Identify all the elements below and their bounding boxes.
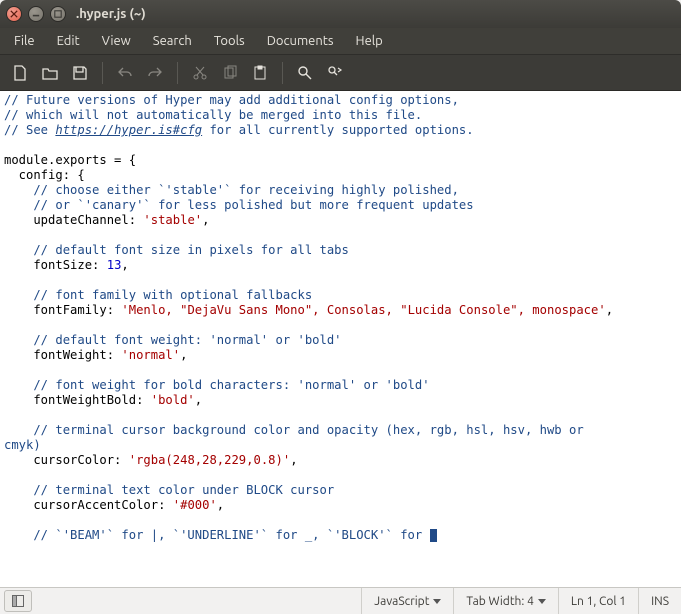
window-title: .hyper.js (~) (76, 7, 146, 21)
menu-file[interactable]: File (4, 30, 45, 52)
paste-button[interactable] (246, 59, 274, 87)
menubar: File Edit View Search Tools Documents He… (0, 28, 681, 55)
text-cursor (430, 529, 437, 542)
status-tabwidth[interactable]: Tab Width: 4 (453, 588, 557, 614)
open-doc-button[interactable] (36, 59, 64, 87)
dropdown-icon (433, 599, 441, 604)
new-doc-icon (12, 65, 28, 81)
window-titlebar: .hyper.js (~) (0, 0, 681, 28)
editor-area[interactable]: // Future versions of Hyper may add addi… (0, 91, 681, 587)
dropdown-icon (538, 599, 546, 604)
copy-icon (222, 65, 238, 81)
status-tabwidth-label: Tab Width: 4 (466, 595, 533, 608)
status-language-label: JavaScript (374, 595, 429, 608)
cut-icon (192, 65, 208, 81)
undo-button[interactable] (111, 59, 139, 87)
redo-icon (147, 65, 163, 81)
status-position-label: Ln 1, Col 1 (571, 595, 626, 608)
toolbar (0, 55, 681, 91)
paste-icon (252, 65, 268, 81)
new-doc-button[interactable] (6, 59, 34, 87)
menu-documents[interactable]: Documents (257, 30, 344, 52)
window-close-button[interactable] (6, 6, 22, 22)
save-icon (72, 65, 88, 81)
menu-edit[interactable]: Edit (47, 30, 90, 52)
find-button[interactable] (291, 59, 319, 87)
status-insert-mode[interactable]: INS (638, 588, 681, 614)
toolbar-separator (102, 62, 103, 84)
statusbar: JavaScript Tab Width: 4 Ln 1, Col 1 INS (0, 587, 681, 614)
menu-view[interactable]: View (92, 30, 141, 52)
open-icon (42, 65, 58, 81)
code-content[interactable]: // Future versions of Hyper may add addi… (0, 91, 681, 545)
copy-button[interactable] (216, 59, 244, 87)
side-panel-icon (12, 595, 24, 607)
menu-help[interactable]: Help (346, 30, 393, 52)
status-insert-mode-label: INS (651, 595, 669, 608)
search-replace-icon (327, 65, 343, 81)
cut-button[interactable] (186, 59, 214, 87)
window-maximize-button[interactable] (50, 6, 66, 22)
status-language[interactable]: JavaScript (361, 588, 453, 614)
menu-tools[interactable]: Tools (204, 30, 255, 52)
menu-search[interactable]: Search (143, 30, 202, 52)
save-doc-button[interactable] (66, 59, 94, 87)
side-panel-toggle[interactable] (4, 590, 32, 612)
toolbar-separator (282, 62, 283, 84)
search-icon (297, 65, 313, 81)
status-position: Ln 1, Col 1 (558, 588, 638, 614)
toolbar-separator (177, 62, 178, 84)
undo-icon (117, 65, 133, 81)
find-replace-button[interactable] (321, 59, 349, 87)
window-minimize-button[interactable] (28, 6, 44, 22)
redo-button[interactable] (141, 59, 169, 87)
